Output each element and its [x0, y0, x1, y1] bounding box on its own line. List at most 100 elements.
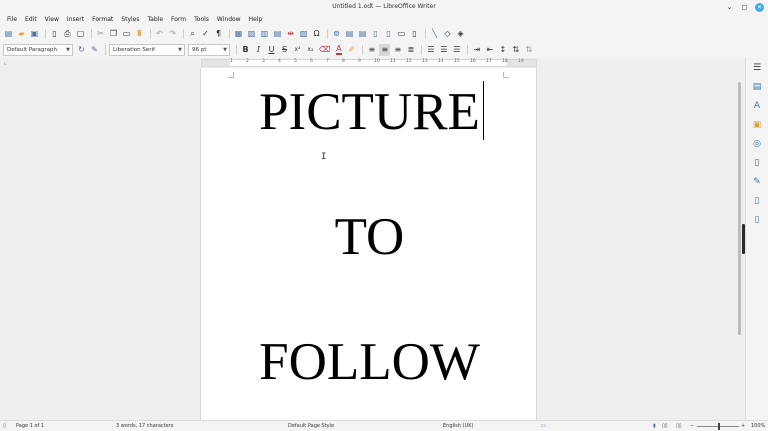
selection-mode-icon[interactable]: ▭ — [541, 421, 546, 431]
page-style[interactable]: Default Page Style — [288, 421, 334, 431]
maximize-button[interactable]: ◻ — [740, 1, 749, 13]
menu-edit[interactable]: Edit — [21, 14, 41, 26]
horizontal-ruler[interactable]: 1 2 3 4 5 6 7 8 9 10 11 12 13 14 15 16 1… — [201, 59, 537, 67]
outline-list-icon[interactable]: ☰ — [451, 44, 462, 56]
redo-icon[interactable]: ↷ — [167, 28, 178, 40]
insert-line-icon[interactable]: ╲ — [429, 28, 440, 40]
scrollbar-thumb[interactable] — [738, 82, 741, 335]
cut-icon[interactable]: ✂ — [95, 28, 106, 40]
document-page[interactable]: PICTURE I TO FOLLOW — [200, 68, 537, 420]
multi-page-view-icon[interactable]: ▯▯ — [662, 421, 668, 431]
align-center-icon[interactable]: ≡ — [379, 43, 391, 56]
clone-formatting-icon[interactable]: ♜ — [134, 28, 145, 40]
underline-button[interactable]: U — [266, 44, 277, 56]
document-line-follow[interactable]: FOLLOW — [201, 336, 536, 389]
superscript-button[interactable]: x² — [292, 44, 303, 56]
italic-button[interactable]: I — [253, 44, 264, 56]
document-line-picture[interactable]: PICTURE — [201, 86, 536, 139]
draw-functions-icon[interactable]: ◈ — [455, 28, 466, 40]
increase-indent-icon[interactable]: ⇥ — [471, 44, 482, 56]
bold-button[interactable]: B — [240, 44, 251, 56]
menu-help[interactable]: Help — [245, 14, 267, 26]
align-right-icon[interactable]: ≡ — [392, 44, 403, 56]
new-style-icon[interactable]: ✎ — [89, 44, 100, 56]
insert-chart-icon[interactable]: ▥ — [259, 28, 270, 40]
insert-image-icon[interactable]: ▨ — [246, 28, 257, 40]
open-folder-icon[interactable]: ▰ — [16, 28, 27, 40]
menu-file[interactable]: File — [3, 14, 21, 26]
decrease-indent-icon[interactable]: ⇤ — [484, 44, 495, 56]
manage-changes-icon[interactable]: ▯ — [751, 195, 763, 207]
paragraph-style-select[interactable]: Default Paragraph ▼ — [3, 43, 73, 56]
language[interactable]: English (UK) — [443, 421, 473, 431]
save-icon[interactable]: ▣ — [29, 28, 40, 40]
copy-icon[interactable]: ❐ — [108, 28, 119, 40]
properties-icon[interactable]: ▤ — [751, 81, 763, 93]
zoom-out-button[interactable]: − — [690, 421, 694, 431]
single-page-view-icon[interactable]: ▮ — [653, 421, 656, 431]
track-changes-icon[interactable]: ▯ — [409, 28, 420, 40]
formatting-marks-icon[interactable]: ¶ — [213, 28, 224, 40]
navigator-icon[interactable]: ◎ — [751, 138, 763, 150]
spellcheck-icon[interactable]: ✓ — [200, 28, 211, 40]
endnote-icon[interactable]: ▤ — [357, 28, 368, 40]
style-inspector-icon[interactable]: ✎ — [751, 176, 763, 188]
menu-view[interactable]: View — [41, 14, 63, 26]
new-document-icon[interactable]: ▤ — [3, 28, 14, 40]
bookmark-icon[interactable]: ▯ — [370, 28, 381, 40]
paste-icon[interactable]: ▭ — [121, 28, 132, 40]
zoom-slider-handle[interactable] — [718, 423, 720, 430]
styles-icon[interactable]: A — [751, 100, 763, 112]
page-count[interactable]: Page 1 of 1 — [16, 421, 44, 431]
menu-insert[interactable]: Insert — [63, 14, 88, 26]
hyperlink-icon[interactable]: ⊚ — [331, 28, 342, 40]
menu-tools[interactable]: Tools — [190, 14, 213, 26]
design-icon[interactable]: ▯ — [751, 214, 763, 226]
menu-form[interactable]: Form — [167, 14, 190, 26]
insert-field-icon[interactable]: ▧ — [298, 28, 309, 40]
font-size-select[interactable]: 96 pt ▼ — [188, 43, 230, 56]
special-character-icon[interactable]: Ω — [311, 28, 322, 40]
zoom-in-button[interactable]: + — [741, 421, 745, 431]
paragraph-spacing-decrease-icon[interactable]: ⇅ — [523, 44, 534, 56]
basic-shapes-icon[interactable]: ◇ — [442, 28, 453, 40]
line-spacing-icon[interactable]: ↕ — [497, 44, 508, 56]
page-icon[interactable]: ▯ — [751, 157, 763, 169]
print-preview-icon[interactable]: ▢ — [75, 28, 86, 40]
menu-format[interactable]: Format — [88, 14, 117, 26]
book-view-icon[interactable]: ▯▯ — [676, 421, 682, 431]
find-replace-icon[interactable]: ⌕ — [187, 28, 198, 40]
cross-reference-icon[interactable]: ▯ — [383, 28, 394, 40]
paragraph-spacing-increase-icon[interactable]: ⇅ — [510, 44, 521, 56]
word-count[interactable]: 3 words, 17 characters — [116, 421, 173, 431]
minimize-button[interactable]: ⌄ — [725, 1, 734, 13]
insert-table-icon[interactable]: ▦ — [233, 28, 244, 40]
close-button[interactable]: ✕ — [755, 2, 764, 12]
menu-window[interactable]: Window — [213, 14, 245, 26]
comment-icon[interactable]: ▭ — [396, 28, 407, 40]
update-style-icon[interactable]: ↻ — [76, 44, 87, 56]
menu-table[interactable]: Table — [144, 14, 168, 26]
subscript-button[interactable]: x₂ — [305, 44, 316, 56]
insert-textbox-icon[interactable]: ▤ — [272, 28, 283, 40]
zoom-level[interactable]: 100% — [751, 421, 765, 431]
footnote-icon[interactable]: ▤ — [344, 28, 355, 40]
justify-icon[interactable]: ≣ — [405, 44, 416, 56]
tab-stop-selector[interactable]: ⌞ — [4, 60, 6, 66]
hamburger-menu-icon[interactable]: ☰ — [751, 62, 763, 74]
strikethrough-button[interactable]: S — [279, 44, 290, 56]
align-left-icon[interactable]: ≡ — [366, 44, 377, 56]
clear-formatting-icon[interactable]: ⌫ — [318, 44, 331, 56]
numbered-list-icon[interactable]: ☰ — [438, 44, 449, 56]
export-pdf-icon[interactable]: ▯ — [49, 28, 60, 40]
highlight-icon[interactable]: ✐ — [346, 44, 357, 56]
font-name-select[interactable]: Liberation Serif ▼ — [109, 43, 185, 56]
undo-icon[interactable]: ↶ — [154, 28, 165, 40]
font-color-button[interactable]: A — [333, 44, 344, 56]
gallery-icon[interactable]: ▣ — [751, 119, 763, 131]
document-line-to[interactable]: TO — [201, 211, 536, 264]
print-icon[interactable]: ⎙ — [62, 28, 73, 40]
bullet-list-icon[interactable]: ☰ — [425, 44, 436, 56]
page-break-icon[interactable]: ⇹ — [285, 28, 296, 40]
menu-styles[interactable]: Styles — [117, 14, 143, 26]
